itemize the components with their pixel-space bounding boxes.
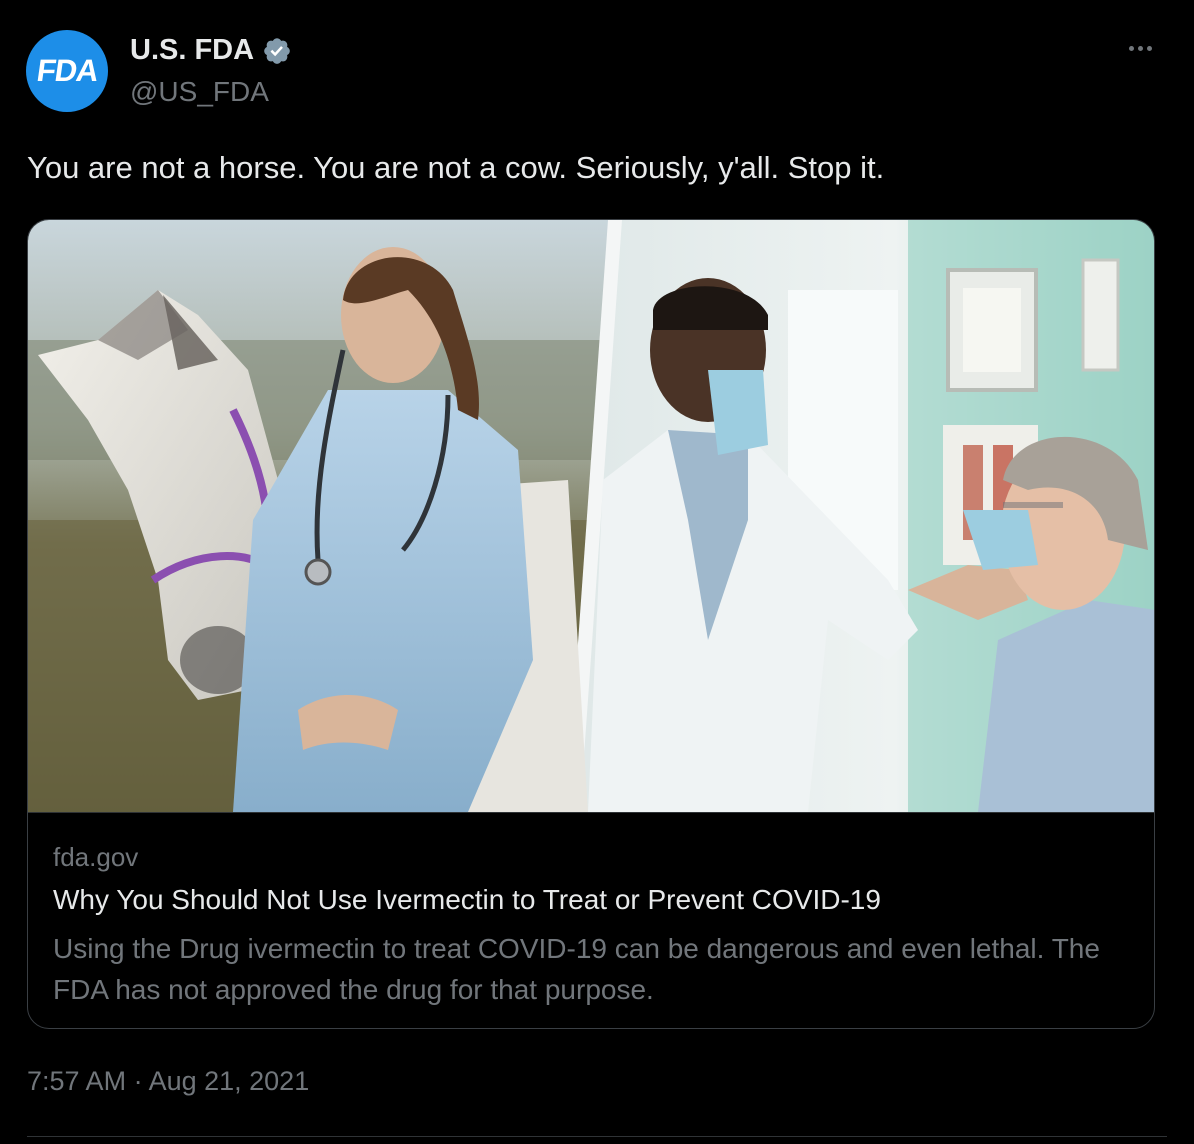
- link-title[interactable]: Why You Should Not Use Ivermectin to Tre…: [53, 884, 881, 916]
- link-description: Using the Drug ivermectin to treat COVID…: [53, 933, 1100, 1005]
- link-preview-card[interactable]: fda.gov Why You Should Not Use Ivermecti…: [27, 219, 1155, 1029]
- author-name-row: U.S. FDA: [130, 34, 292, 67]
- tweet-timestamp[interactable]: 7:57 AM · Aug 21, 2021: [27, 1066, 309, 1097]
- verified-badge-icon: [264, 37, 290, 64]
- more-dot: [1146, 45, 1152, 51]
- avatar[interactable]: FDA: [26, 30, 108, 112]
- display-name[interactable]: U.S. FDA: [130, 34, 254, 67]
- bottom-divider: [27, 1136, 1167, 1137]
- link-domain: fda.gov: [53, 842, 139, 872]
- more-dot: [1137, 45, 1143, 51]
- tweet: FDA U.S. FDA @US_FDA You are not a horse…: [0, 0, 1194, 1144]
- avatar-logo-text: FDA: [34, 53, 100, 88]
- link-card-image: [28, 220, 1154, 812]
- more-horizontal-icon: [1128, 45, 1134, 51]
- card-divider: [28, 812, 1154, 813]
- more-options-button[interactable]: [1118, 34, 1162, 62]
- author-handle[interactable]: @US_FDA: [130, 76, 269, 108]
- tweet-text: You are not a horse. You are not a cow. …: [27, 150, 885, 185]
